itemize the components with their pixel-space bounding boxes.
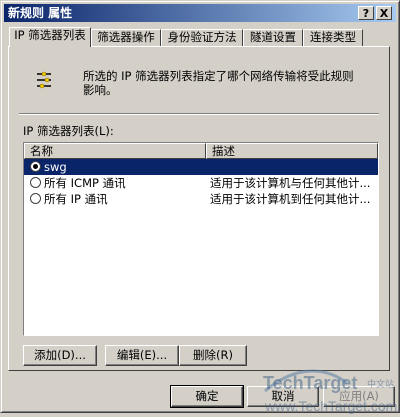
- tab-ip-filter-list[interactable]: IP 筛选器列表: [9, 27, 91, 47]
- item-name: 所有 ICMP 通讯: [44, 176, 126, 190]
- tab-auth-methods[interactable]: 身份验证方法: [161, 29, 243, 46]
- radio-button[interactable]: [30, 177, 41, 188]
- item-name: 所有 IP 通讯: [44, 192, 108, 206]
- column-header-description[interactable]: 描述: [206, 143, 378, 159]
- filter-list-label: IP 筛选器列表(L):: [23, 124, 114, 138]
- list-item[interactable]: 所有 ICMP 通讯 适用于该计算机与任何其他计...: [24, 175, 378, 191]
- tab-label: 连接类型: [310, 30, 356, 44]
- list-header: 名称 描述: [24, 143, 378, 159]
- dialog-window: 新规则 属性 ? X IP 筛选器列表 筛选器操作 身份验证方法 隧道设置 连接…: [0, 0, 400, 414]
- filter-list[interactable]: 名称 描述 swg 所有 ICMP 通讯 适用于该计算机与任何其他计... 所有…: [23, 142, 379, 336]
- tab-label: 筛选器操作: [97, 30, 155, 44]
- description-line: 所选的 IP 筛选器列表指定了哪个网络传输将受此规则: [83, 69, 354, 83]
- item-name: swg: [44, 160, 67, 174]
- tab-label: 身份验证方法: [167, 30, 237, 44]
- radio-dot: [33, 164, 38, 169]
- description-text: 所选的 IP 筛选器列表指定了哪个网络传输将受此规则 影响。: [83, 69, 363, 97]
- description-line: 影响。: [83, 83, 118, 97]
- column-header-name[interactable]: 名称: [24, 143, 206, 159]
- title-bar[interactable]: 新规则 属性 ? X: [4, 4, 396, 22]
- add-button[interactable]: 添加(D)...: [23, 345, 97, 366]
- tab-tunnel-settings[interactable]: 隧道设置: [243, 29, 303, 46]
- cancel-button[interactable]: 取消: [247, 386, 319, 407]
- list-item[interactable]: swg: [24, 159, 378, 175]
- tab-filter-action[interactable]: 筛选器操作: [91, 29, 161, 46]
- apply-button[interactable]: 应用(A): [323, 386, 395, 407]
- remove-button[interactable]: 删除(R): [179, 345, 247, 366]
- separator: [19, 113, 379, 115]
- help-button[interactable]: ?: [358, 6, 374, 20]
- list-item[interactable]: 所有 IP 通讯 适用于该计算机到任何其他计...: [24, 191, 378, 207]
- filter-list-icon: [35, 69, 55, 96]
- radio-button[interactable]: [30, 193, 41, 204]
- tab-connection-type[interactable]: 连接类型: [303, 29, 363, 46]
- tab-label: 隧道设置: [250, 30, 296, 44]
- tab-label: IP 筛选器列表: [14, 28, 86, 42]
- tab-panel: 所选的 IP 筛选器列表指定了哪个网络传输将受此规则 影响。 IP 筛选器列表(…: [8, 46, 390, 371]
- item-description: 适用于该计算机到任何其他计...: [210, 192, 371, 206]
- radio-button[interactable]: [30, 161, 41, 172]
- window-title: 新规则 属性: [8, 6, 73, 20]
- edit-button[interactable]: 编辑(E)...: [105, 345, 179, 366]
- ok-button[interactable]: 确定: [170, 385, 244, 408]
- close-button[interactable]: X: [376, 6, 392, 20]
- item-description: 适用于该计算机与任何其他计...: [210, 176, 371, 190]
